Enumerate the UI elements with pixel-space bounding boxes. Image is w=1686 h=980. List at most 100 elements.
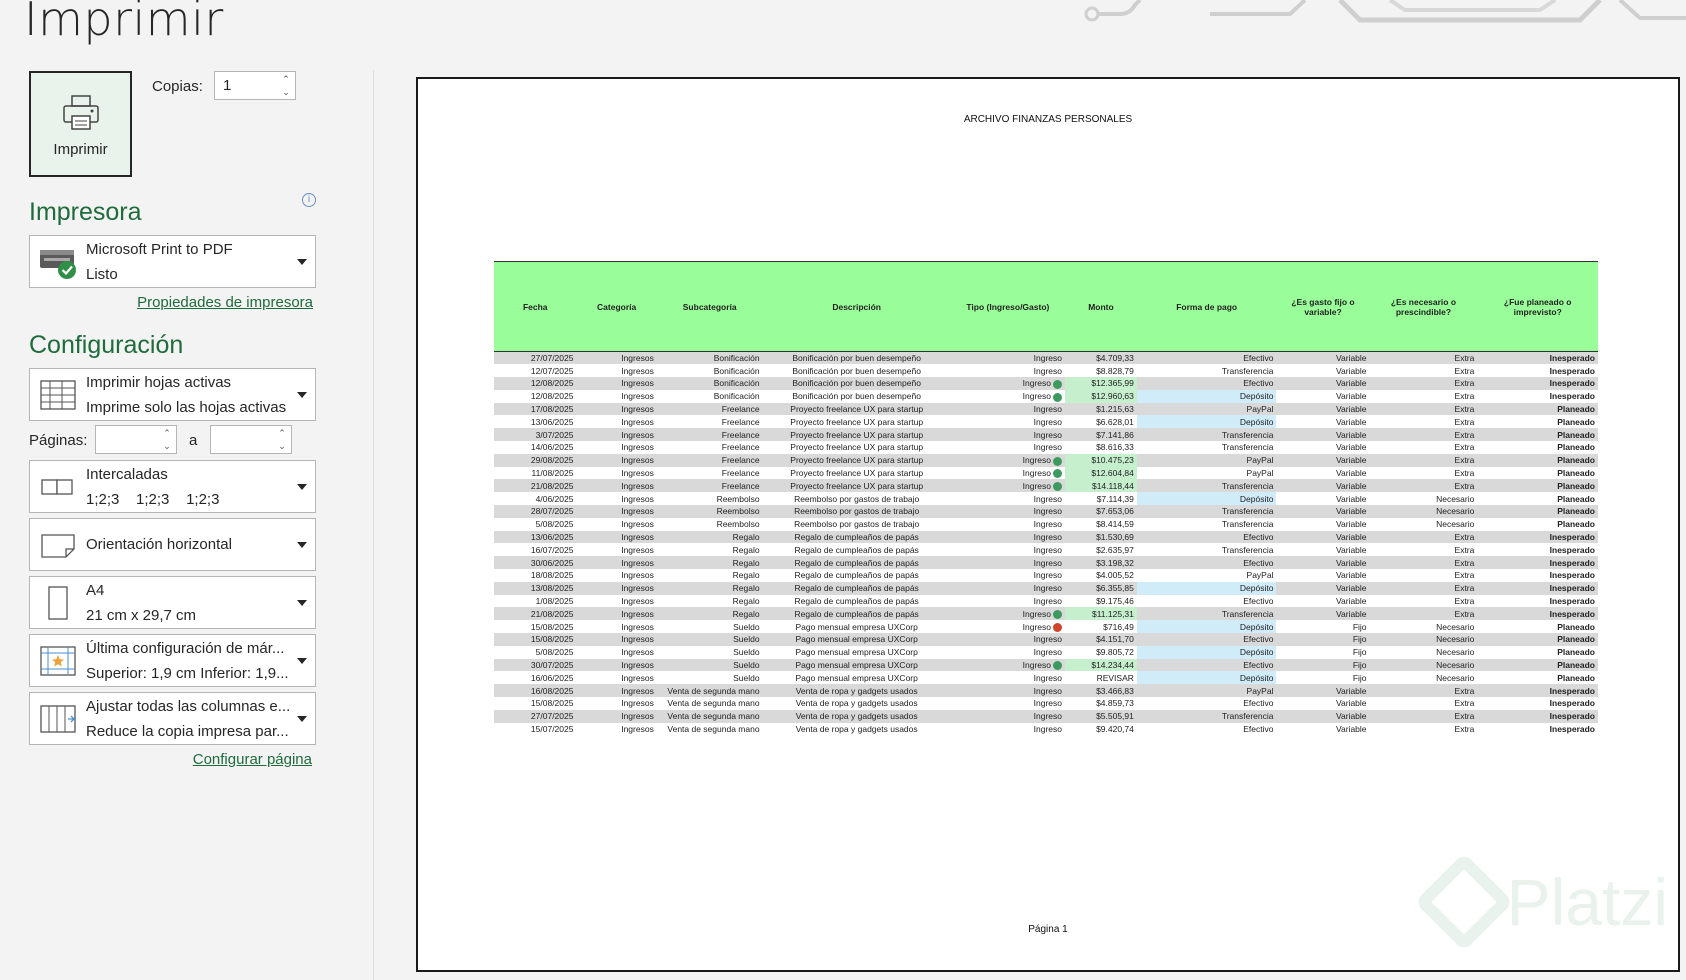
cell-monto: $7.141,86 <box>1064 428 1137 442</box>
cell-monto: $7.114,39 <box>1064 492 1137 506</box>
cell-tipo: Ingreso <box>950 620 1065 634</box>
cell-desc: Bonificación por buen desempeño <box>762 364 951 378</box>
cell-sub: Reembolso <box>656 517 763 531</box>
info-icon[interactable]: i <box>302 193 316 207</box>
table-row: 4/06/2025 Ingresos Reembolso Reembolso por … <box>494 492 1598 506</box>
margins-dropdown[interactable]: Última configuración de már... Superior:… <box>29 634 316 687</box>
print-what-line2: Imprime solo las hojas activas <box>86 398 287 416</box>
cell-text: Ingreso <box>1033 634 1062 645</box>
cell-sub: Sueldo <box>656 620 763 634</box>
cell-desc: Regalo de cumpleaños de papás <box>762 569 951 582</box>
cell-text: Ingreso <box>1033 519 1062 530</box>
copies-stepper[interactable]: 1 ⌃ ⌄ <box>214 71 296 100</box>
cell-nec: Extra <box>1369 415 1478 429</box>
scaling-line2: Reduce la copia impresa par... <box>86 722 289 740</box>
cell-desc: Regalo de cumpleaños de papás <box>762 594 951 608</box>
cell-sub: Regalo <box>656 607 763 621</box>
cell-plan: Planeado <box>1477 645 1598 659</box>
cell-pago: PayPal <box>1136 569 1277 582</box>
chevron-up-icon[interactable]: ⌃ <box>282 73 290 85</box>
chevron-up-icon[interactable]: ⌃ <box>163 427 171 439</box>
chevron-up-icon[interactable]: ⌃ <box>278 427 286 439</box>
cell-pago: Efectivo <box>1136 633 1277 646</box>
paper-size-dropdown[interactable]: A4 21 cm x 29,7 cm <box>29 576 316 629</box>
paper-line2: 21 cm x 29,7 cm <box>86 606 197 624</box>
cell-tipo: Ingreso <box>950 453 1065 467</box>
column-header: Forma de pago <box>1136 261 1277 352</box>
cell-fecha: 13/08/2025 <box>494 581 577 595</box>
cell-tipo: Ingreso <box>950 492 1065 506</box>
table-row: 11/08/2025 Ingresos Freelance Proyecto free… <box>494 466 1598 480</box>
cell-fijo: Variable <box>1276 351 1370 365</box>
cell-plan: Inesperado <box>1477 581 1598 595</box>
cell-pago: Efectivo <box>1136 658 1277 672</box>
cell-fecha: 16/08/2025 <box>494 684 577 698</box>
cell-text: Ingreso <box>1033 685 1062 696</box>
cell-fecha: 12/08/2025 <box>494 389 577 403</box>
cell-text: Ingreso <box>1033 698 1062 709</box>
cell-nec: Necesario <box>1369 633 1478 646</box>
cell-plan: Inesperado <box>1477 543 1598 557</box>
cell-cat: Ingresos <box>576 466 657 480</box>
cell-pago: Efectivo <box>1136 556 1277 570</box>
cell-sub: Sueldo <box>656 658 763 672</box>
cell-desc: Pago mensual empresa UXCorp <box>762 645 951 659</box>
cell-nec: Extra <box>1369 466 1478 480</box>
cell-desc: Bonificación por buen desempeño <box>762 351 951 365</box>
caret-down-icon <box>289 483 315 490</box>
cell-cat: Ingresos <box>576 505 657 518</box>
cell-desc: Reembolso por gastos de trabajo <box>762 517 951 531</box>
table-row: 17/08/2025 Ingresos Freelance Proyecto free… <box>494 402 1598 416</box>
scaling-dropdown[interactable]: Ajustar todas las columnas e... Reduce l… <box>29 692 316 745</box>
document-title: ARCHIVO FINANZAS PERSONALES <box>963 114 1133 125</box>
chevron-down-icon[interactable]: ⌄ <box>163 440 171 452</box>
cell-tipo: Ingreso <box>950 466 1065 480</box>
cell-cat: Ingresos <box>576 543 657 557</box>
cell-plan: Inesperado <box>1477 389 1598 403</box>
cell-monto: $12.604,84 <box>1064 466 1137 480</box>
cell-nec: Extra <box>1369 402 1478 416</box>
cell-cat: Ingresos <box>576 658 657 672</box>
cell-monto: $4.709,33 <box>1064 351 1137 365</box>
print-what-dropdown[interactable]: Imprimir hojas activas Imprime solo las … <box>29 368 316 421</box>
cell-text: Ingreso <box>1022 378 1051 389</box>
cell-pago: PayPal <box>1136 466 1277 480</box>
cell-cat: Ingresos <box>576 517 657 531</box>
orientation-dropdown[interactable]: Orientación horizontal <box>29 518 316 571</box>
cell-sub: Regalo <box>656 581 763 595</box>
caret-down-icon <box>289 715 315 722</box>
cell-desc: Venta de ropa y gadgets usados <box>762 722 951 736</box>
print-button[interactable]: Imprimir <box>29 71 132 177</box>
pages-to-input[interactable]: ⌃ ⌄ <box>210 425 292 454</box>
chevron-down-icon[interactable]: ⌄ <box>278 440 286 452</box>
printer-properties-link[interactable]: Propiedades de impresora <box>137 294 313 311</box>
page-setup-link[interactable]: Configurar página <box>193 751 312 768</box>
chevron-down-icon[interactable]: ⌄ <box>282 86 290 98</box>
printer-dropdown[interactable]: Microsoft Print to PDF Listo <box>29 235 316 288</box>
check-status-icon <box>1052 379 1062 389</box>
table-row: 5/08/2025 Ingresos Sueldo Pago mensual empr… <box>494 645 1598 659</box>
cell-plan: Inesperado <box>1477 684 1598 698</box>
platzi-watermark: Platzi <box>1414 852 1668 952</box>
cell-sub: Freelance <box>656 428 763 442</box>
cell-plan: Planeado <box>1477 466 1598 480</box>
collate-dropdown[interactable]: Intercaladas 1;2;3 1;2;3 1;2;3 <box>29 460 316 513</box>
check-status-icon <box>1052 610 1062 620</box>
cell-fijo: Variable <box>1276 505 1370 518</box>
cell-fecha: 28/07/2025 <box>494 505 577 518</box>
cell-pago: Efectivo <box>1136 697 1277 710</box>
table-row: 30/06/2025 Ingresos Regalo Regalo de cumple… <box>494 556 1598 570</box>
cell-pago: PayPal <box>1136 453 1277 467</box>
cell-monto: $9.805,72 <box>1064 645 1137 659</box>
cell-fijo: Variable <box>1276 722 1370 736</box>
cell-cat: Ingresos <box>576 594 657 608</box>
cell-sub: Regalo <box>656 543 763 557</box>
cell-fecha: 12/07/2025 <box>494 364 577 378</box>
cell-pago: Depósito <box>1136 389 1277 403</box>
cell-tipo: Ingreso <box>950 389 1065 403</box>
cell-cat: Ingresos <box>576 453 657 467</box>
cell-fijo: Fijo <box>1276 633 1370 646</box>
cell-sub: Regalo <box>656 556 763 570</box>
cell-monto: $10.475,23 <box>1064 453 1137 467</box>
pages-from-input[interactable]: ⌃ ⌄ <box>95 425 177 454</box>
